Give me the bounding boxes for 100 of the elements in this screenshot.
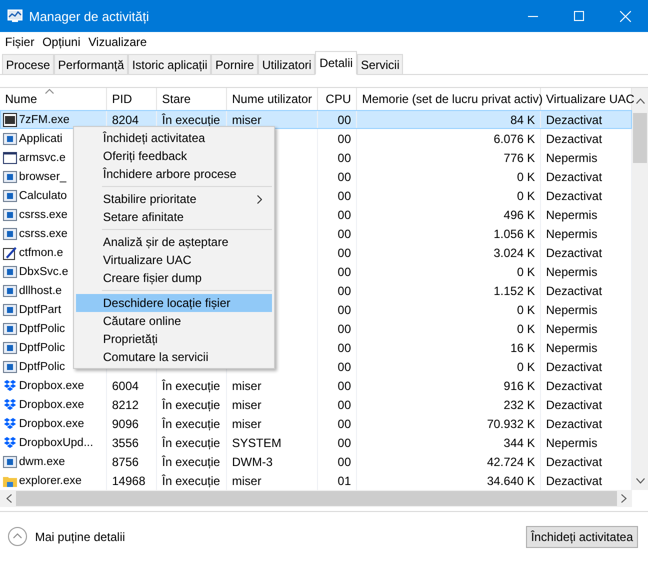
table-cell: 00 — [338, 454, 351, 468]
table-cell: ctfmon.e — [19, 246, 64, 258]
tab[interactable]: Pornire — [211, 54, 258, 74]
table-cell: DptfPart — [19, 304, 62, 316]
table-cell: 6.076 K — [494, 132, 535, 146]
table-cell: În execuție — [162, 398, 220, 412]
table-cell: explorer.exe — [19, 474, 82, 486]
table-cell: 00 — [338, 112, 351, 126]
table-cell: Dezactivat — [546, 474, 602, 488]
table-cell: În execuție — [162, 378, 220, 392]
table-cell: 14968 — [112, 474, 146, 488]
app-icon — [3, 360, 17, 374]
table-cell: SYSTEM — [232, 436, 282, 450]
dropbox-icon — [3, 416, 17, 430]
app-icon — [3, 226, 17, 240]
table-cell: 0 K — [516, 170, 535, 184]
table-cell: 0 K — [516, 360, 535, 374]
app-icon — [3, 264, 17, 278]
scroll-down-icon[interactable] — [636, 478, 644, 484]
tab[interactable]: Procese — [2, 54, 54, 74]
table-cell: csrss.exe — [19, 208, 68, 220]
menu-item[interactable]: Oferiți feedback — [76, 147, 272, 165]
table-cell: DropboxUpd... — [19, 436, 94, 448]
table-cell: Nepermis — [546, 226, 598, 240]
table-cell: 232 K — [504, 398, 535, 412]
table-cell: Dezactivat — [546, 398, 602, 412]
table-cell: 00 — [338, 416, 351, 430]
table-cell: Dropbox.exe — [19, 398, 84, 410]
scroll-right-icon[interactable] — [621, 494, 627, 503]
tab[interactable]: Servicii — [356, 54, 404, 74]
tab[interactable]: Performanță — [54, 54, 128, 74]
table-cell: browser_ — [19, 170, 66, 182]
table-cell: 916 K — [504, 378, 535, 392]
menu-item[interactable]: Deschidere locație fișier — [76, 294, 272, 312]
app-icon — [3, 454, 17, 468]
tab[interactable]: Utilizatori — [258, 54, 316, 74]
table-cell: În execuție — [162, 454, 220, 468]
table-cell: 7zFM.exe — [19, 114, 70, 126]
table-cell: 42.724 K — [486, 454, 535, 468]
fewer-details-link[interactable]: Mai puține detalii — [35, 530, 126, 544]
table-cell: 8204 — [112, 112, 139, 126]
table-cell: Dezactivat — [546, 246, 602, 260]
table-cell: 776 K — [504, 150, 535, 164]
menu-item[interactable]: Stabilire prioritate — [76, 190, 272, 208]
table-cell: DptfPolic — [19, 360, 66, 372]
dropbox-icon — [3, 436, 17, 450]
table-cell: Nepermis — [546, 264, 598, 278]
app-icon — [3, 132, 17, 146]
sort-caret-icon — [45, 89, 54, 94]
tab[interactable]: Detalii — [315, 51, 357, 75]
table-cell: DWM-3 — [232, 454, 273, 468]
table-cell: 00 — [338, 378, 351, 392]
scrollbar-thumb[interactable] — [16, 491, 617, 506]
table-cell: 0 K — [516, 264, 535, 278]
table-row[interactable]: dwm.exe 8756 În execuție DWM-3 00 42.724 K Dezactivat — [0, 452, 632, 471]
pen-icon — [3, 246, 17, 260]
vertical-scrollbar[interactable] — [632, 88, 648, 490]
menu-item[interactable]: Setare afinitate — [76, 208, 272, 226]
menu-item[interactable]: Vizualizare — [88, 34, 147, 48]
table-cell: csrss.exe — [19, 228, 68, 240]
table-cell: 344 K — [504, 436, 535, 450]
table-cell: Nepermis — [546, 322, 598, 336]
horizontal-scrollbar[interactable] — [0, 490, 632, 507]
menu-item[interactable]: Închidere arbore procese — [76, 165, 272, 183]
scroll-left-icon[interactable] — [6, 494, 12, 503]
menu-item[interactable]: Opțiuni — [42, 34, 80, 48]
table-row[interactable]: explorer.exe 14968 În execuție miser 01 34.640 K Dezactivat — [0, 471, 632, 490]
end-task-button[interactable]: Închideți activitatea — [526, 526, 638, 548]
table-cell: 1.152 K — [494, 284, 535, 298]
table-cell: Applicati — [19, 132, 62, 144]
table-cell: Dezactivat — [546, 170, 602, 184]
table-cell: Nepermis — [546, 302, 598, 316]
table-cell: 84 K — [510, 112, 535, 126]
table-cell: miser — [232, 416, 262, 430]
table-cell: În execuție — [162, 416, 220, 430]
tab[interactable]: Istoric aplicații — [128, 54, 212, 74]
table-cell: 6004 — [112, 378, 139, 392]
menu-item[interactable]: Fișier — [5, 34, 34, 48]
table-cell: 0 K — [516, 302, 535, 316]
collapse-icon[interactable] — [8, 527, 27, 546]
table-cell: 0 K — [516, 188, 535, 202]
table-cell: 00 — [338, 340, 351, 354]
scroll-up-icon[interactable] — [636, 98, 644, 104]
table-cell: 00 — [338, 226, 351, 240]
table-cell: Nepermis — [546, 340, 598, 354]
menu-item[interactable]: Închideți activitatea — [76, 129, 272, 147]
table-row[interactable]: 7zFM.exe 8204 În execuție miser 00 84 K Dezactivat — [0, 110, 632, 129]
app-icon — [3, 208, 17, 222]
table-cell: 16 K — [510, 340, 535, 354]
table-cell: armsvc.e — [19, 152, 66, 164]
table-cell: 00 — [338, 246, 351, 260]
table-cell: 00 — [338, 170, 351, 184]
table-cell: În execuție — [162, 436, 220, 450]
table-cell: Dezactivat — [546, 360, 602, 374]
scrollbar-thumb[interactable] — [633, 113, 647, 163]
window-icon — [3, 150, 17, 164]
dropbox-icon — [3, 398, 17, 412]
app-icon — [3, 170, 17, 184]
table-cell: Dezactivat — [546, 112, 602, 126]
app-icon — [3, 284, 17, 298]
